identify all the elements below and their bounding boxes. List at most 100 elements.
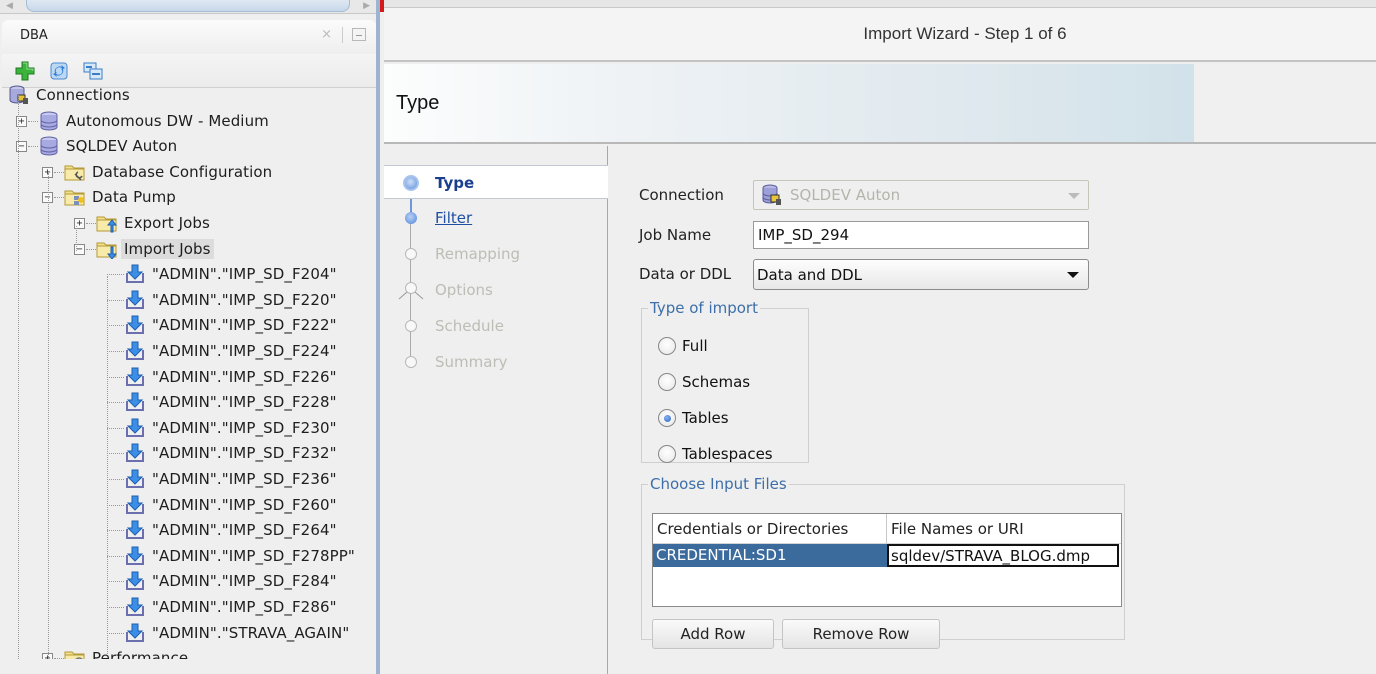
tree-connector	[28, 120, 38, 122]
scroll-left-icon[interactable]: ◀	[6, 1, 13, 11]
import-job-icon	[126, 443, 144, 463]
tree-node-label: "ADMIN"."IMP_SD_F228"	[152, 393, 337, 412]
radio-label: Full	[682, 337, 708, 355]
radio-full[interactable]: Full	[658, 337, 708, 355]
data-or-ddl-select[interactable]: Data and DDL	[753, 259, 1089, 290]
tree-node-label: "ADMIN"."IMP_SD_F286"	[152, 598, 337, 616]
import-jobs-folder-icon	[96, 242, 118, 259]
radio-schemas[interactable]: Schemas	[658, 373, 750, 391]
tree-connector	[86, 248, 96, 250]
wizard-title: Import Wizard - Step 1 of 6	[863, 24, 1067, 43]
tree-node-import-job[interactable]: "ADMIN"."IMP_SD_F278PP"	[124, 545, 358, 567]
tree-node-label: Import Jobs	[121, 238, 214, 259]
tree-node-database-configuration[interactable]: Database Configuration	[64, 161, 275, 183]
tree-node-label: Database Configuration	[92, 162, 273, 181]
step-pending-icon	[405, 356, 417, 368]
tree-node-import-job[interactable]: "ADMIN"."IMP_SD_F236"	[124, 468, 340, 490]
radio-tablespaces[interactable]: Tablespaces	[658, 445, 773, 463]
tree-node-import-job[interactable]: "ADMIN"."IMP_SD_F222"	[124, 314, 340, 336]
import-job-icon	[126, 571, 144, 591]
tree-node-label: "ADMIN"."STRAVA_AGAIN"	[152, 623, 350, 642]
import-job-icon	[126, 290, 144, 309]
radio-tables[interactable]: Tables	[658, 409, 729, 427]
tree-node-import-job[interactable]: "ADMIN"."IMP_SD_F230"	[124, 417, 340, 439]
import-job-icon	[126, 418, 144, 437]
tree-node-connections[interactable]: Connections	[8, 84, 133, 106]
radio-button-selected-icon[interactable]	[658, 409, 676, 427]
tree-node-export-jobs[interactable]: Export Jobs	[96, 212, 213, 234]
scroll-right-icon[interactable]: ▶	[363, 1, 370, 11]
file-name-cell-editor[interactable]: sqldev/STRAVA_BLOG.dmp	[887, 544, 1119, 567]
connection-value: SQLDEV Auton	[790, 186, 901, 204]
tree-node-connection[interactable]: SQLDEV Auton	[38, 135, 180, 157]
tree-connector	[107, 427, 124, 429]
minimize-icon[interactable]	[352, 28, 366, 41]
tree-connector	[107, 276, 108, 654]
radio-label: Schemas	[682, 373, 751, 391]
import-wizard: Import Wizard - Step 1 of 6 Type Type Fi…	[384, 0, 1376, 674]
performance-folder-icon	[64, 651, 85, 659]
tree-connector	[18, 95, 19, 659]
step-label: Type	[435, 174, 475, 192]
wizard-steps: Type Filter Remapping Options Schedule S…	[384, 146, 608, 674]
radio-button-icon[interactable]	[658, 337, 676, 355]
tree-node-import-job[interactable]: "ADMIN"."IMP_SD_F286"	[124, 596, 340, 618]
tree-node-import-job[interactable]: "ADMIN"."IMP_SD_F220"	[124, 289, 340, 311]
tree-connector	[107, 299, 124, 301]
column-header-file-names[interactable]: File Names or URI	[887, 514, 1121, 544]
tree-connector	[107, 581, 124, 583]
radio-button-icon[interactable]	[658, 445, 676, 463]
connection-select: SQLDEV Auton	[753, 180, 1089, 210]
tree-node-label: "ADMIN"."IMP_SD_F264"	[152, 521, 337, 540]
tree-connector	[86, 223, 96, 224]
tree-node-connection[interactable]: Autonomous DW - Medium	[38, 110, 272, 132]
tree-node-performance[interactable]: Performance	[64, 647, 191, 659]
job-name-input[interactable]	[753, 221, 1089, 249]
tree-node-import-job[interactable]: "ADMIN"."IMP_SD_F228"	[124, 391, 340, 413]
tree-node-label: "ADMIN"."IMP_SD_F224"	[152, 342, 337, 360]
column-header-credentials[interactable]: Credentials or Directories	[653, 514, 887, 544]
step-label[interactable]: Filter	[435, 209, 472, 227]
horizontal-scrollbar[interactable]: ◀ ▶	[0, 0, 376, 14]
tree-connector	[107, 632, 124, 634]
tree-node-label: SQLDEV Auton	[66, 137, 178, 156]
tree-node-data-pump[interactable]: Data Pump	[64, 186, 179, 208]
close-icon[interactable]: ×	[321, 27, 332, 42]
data-or-ddl-value: Data and DDL	[757, 266, 863, 284]
dba-navigator-panel: ◀ ▶ DBA × Connections Autonomous DW - Me…	[0, 0, 380, 674]
step-available-icon	[405, 212, 417, 224]
step-filter[interactable]: Filter	[384, 201, 608, 235]
data-pump-folder-icon	[64, 190, 85, 206]
credential-cell[interactable]: CREDENTIAL:SD1	[653, 544, 887, 567]
tree-node-import-job[interactable]: "ADMIN"."IMP_SD_F226"	[124, 366, 340, 388]
banner-gradient	[384, 64, 1194, 142]
remove-row-button[interactable]: Remove Row	[782, 619, 940, 649]
tree-connector	[28, 146, 38, 148]
database-icon	[40, 111, 58, 131]
tree-node-import-job[interactable]: "ADMIN"."IMP_SD_F260"	[124, 494, 340, 516]
import-job-icon	[126, 315, 144, 335]
add-row-button[interactable]: Add Row	[652, 619, 774, 649]
tree-node-import-job[interactable]: "ADMIN"."STRAVA_AGAIN"	[124, 622, 352, 644]
tree-node-import-job[interactable]: "ADMIN"."IMP_SD_F224"	[124, 340, 340, 362]
tree-node-import-job[interactable]: "ADMIN"."IMP_SD_F264"	[124, 519, 340, 541]
connections-tree: Connections Autonomous DW - Medium + SQLDEV…	[0, 69, 374, 659]
chevron-down-icon	[1067, 272, 1079, 278]
step-type[interactable]: Type	[384, 165, 608, 199]
connections-icon	[9, 85, 28, 104]
tree-node-import-job[interactable]: "ADMIN"."IMP_SD_F232"	[124, 442, 340, 464]
radio-button-icon[interactable]	[658, 373, 676, 391]
step-schedule: Schedule	[384, 309, 608, 343]
tree-node-label: "ADMIN"."IMP_SD_F226"	[152, 367, 337, 386]
wizard-top-strip	[384, 0, 1376, 8]
tree-node-import-jobs[interactable]: Import Jobs	[96, 238, 214, 260]
import-job-icon	[126, 367, 144, 386]
step-label: Remapping	[435, 245, 521, 263]
tree-node-label: "ADMIN"."IMP_SD_F236"	[152, 470, 337, 488]
import-job-icon	[126, 546, 144, 565]
tree-node-label: "ADMIN"."IMP_SD_F222"	[152, 316, 337, 335]
scrollbar-thumb[interactable]	[26, 0, 350, 12]
tree-node-import-job[interactable]: "ADMIN"."IMP_SD_F204"	[124, 263, 340, 285]
step-label: Schedule	[435, 317, 504, 335]
tree-node-import-job[interactable]: "ADMIN"."IMP_SD_F284"	[124, 570, 340, 592]
